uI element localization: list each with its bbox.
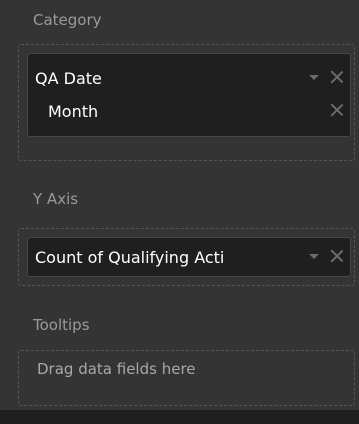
- category-field-qa-date[interactable]: QA Date: [28, 63, 350, 93]
- y-axis-field-count[interactable]: Count of Qualifying Acti: [28, 242, 350, 272]
- tooltips-placeholder: Drag data fields here: [37, 360, 196, 378]
- bottom-divider: [0, 410, 359, 424]
- category-dropzone[interactable]: QA Date Month: [18, 44, 355, 161]
- close-icon[interactable]: [329, 248, 345, 264]
- tooltips-section-label: Tooltips: [33, 316, 90, 334]
- close-icon[interactable]: [329, 102, 345, 118]
- category-field-label: QA Date: [35, 69, 102, 88]
- y-axis-field-card[interactable]: Count of Qualifying Acti: [27, 237, 351, 277]
- y-axis-dropzone[interactable]: Count of Qualifying Acti: [18, 228, 355, 286]
- y-axis-section-label: Y Axis: [33, 190, 79, 208]
- category-section-label: Category: [33, 11, 102, 29]
- tooltips-dropzone[interactable]: Drag data fields here: [18, 350, 355, 406]
- chevron-down-icon[interactable]: [309, 75, 319, 80]
- y-axis-field-label: Count of Qualifying Acti: [35, 248, 225, 267]
- chevron-down-icon[interactable]: [309, 254, 319, 259]
- category-field-month[interactable]: Month: [28, 96, 350, 126]
- close-icon[interactable]: [329, 69, 345, 85]
- fields-pane: Category QA Date Month Y Axis Count of Q…: [0, 0, 359, 410]
- category-field-card[interactable]: QA Date Month: [27, 53, 351, 137]
- category-subfield-label: Month: [48, 102, 99, 121]
